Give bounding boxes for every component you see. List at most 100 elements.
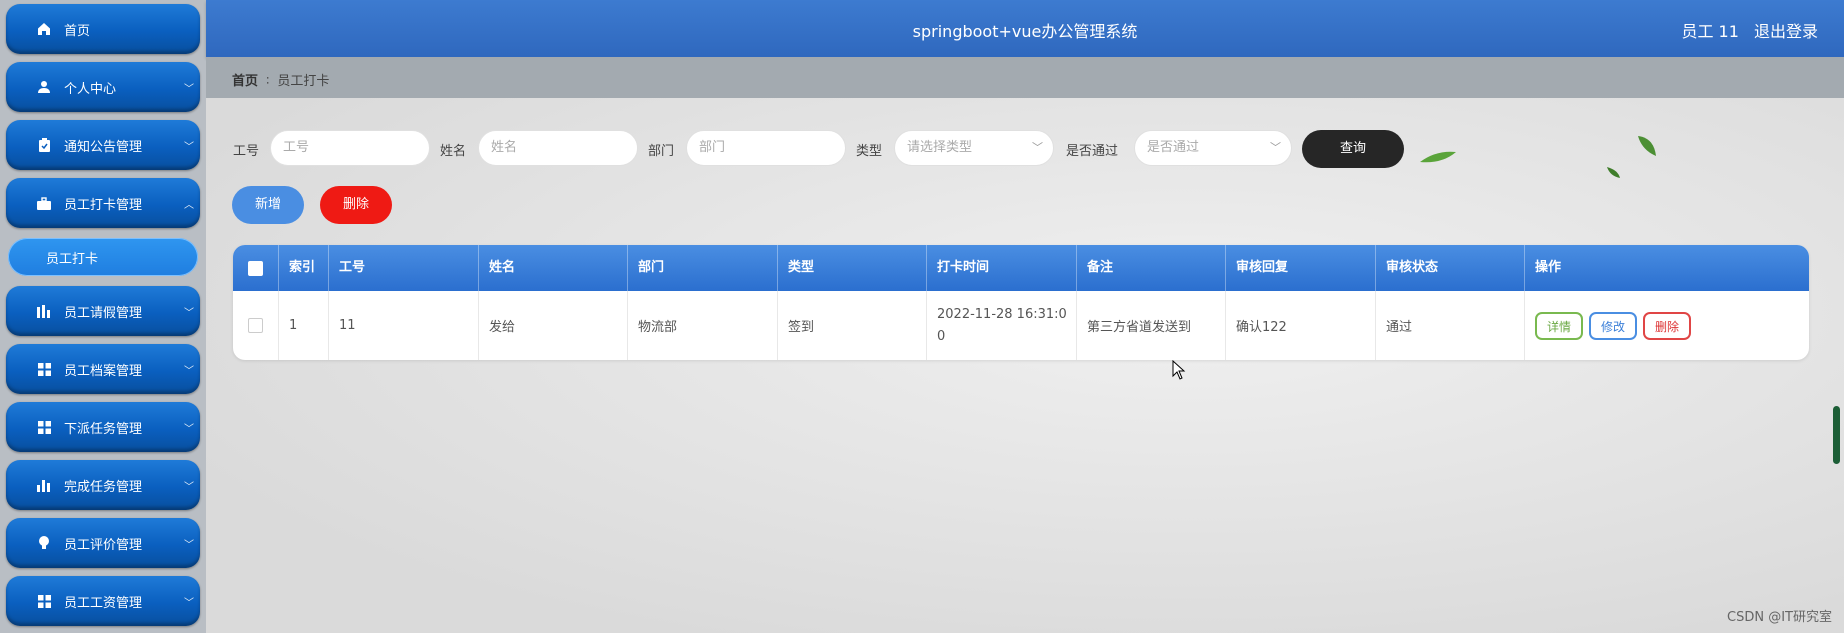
briefcase-icon <box>36 195 52 211</box>
sidebar-item-salary[interactable]: 员工工资管理 ﹀ <box>6 576 200 626</box>
submenu-item-label: 员工打卡 <box>46 251 99 267</box>
column-header: 工号 <box>329 245 479 291</box>
select-all-cell <box>233 245 279 291</box>
sidebar-item-leave[interactable]: 员工请假管理 ﹀ <box>6 286 200 336</box>
delete-button[interactable]: 删除 <box>320 186 392 224</box>
app-title: springboot+vue办公管理系统 <box>912 22 1138 41</box>
sidebar-item-label: 员工打卡管理 <box>64 197 143 213</box>
submenu-item-clock-in[interactable]: 员工打卡 <box>8 238 198 276</box>
search-label-emp-no: 工号 <box>233 144 260 159</box>
home-icon <box>36 21 52 37</box>
column-header: 备注 <box>1077 245 1226 291</box>
search-label-name: 姓名 <box>440 144 467 159</box>
cell-name: 发给 <box>479 291 628 360</box>
breadcrumb-separator: ∶ <box>266 74 270 89</box>
chevron-down-icon: ﹀ <box>184 141 194 153</box>
dept-input[interactable]: 部门 <box>686 130 846 166</box>
sidebar-item-label: 员工评价管理 <box>64 537 143 553</box>
column-header: 操作 <box>1535 260 1562 275</box>
bar-chart-icon <box>36 303 52 319</box>
chevron-down-icon: ﹀ <box>184 481 194 493</box>
sidebar-item-label: 员工工资管理 <box>64 595 143 611</box>
chevron-down-icon: ﹀ <box>184 307 194 319</box>
user-icon <box>36 79 52 95</box>
logout-link[interactable]: 退出登录 <box>1754 22 1818 41</box>
column-header: 索引 <box>279 245 329 291</box>
chevron-down-icon: ﹀ <box>1270 141 1281 154</box>
sidebar-item-label: 完成任务管理 <box>64 479 143 495</box>
sidebar-item-label: 首页 <box>64 23 91 39</box>
column-header: 审核状态 <box>1376 245 1525 291</box>
user-area: 员工 11 退出登录 <box>1671 18 1818 42</box>
scrollbar-thumb[interactable] <box>1833 406 1840 464</box>
data-table: 索引 工号 姓名 部门 类型 打卡时间 备注 审核回复 审核状态 操作 1 11… <box>233 245 1809 360</box>
chevron-down-icon: ﹀ <box>184 423 194 435</box>
cell-time-line: 2022-11-28 16:31:0 <box>937 306 1067 322</box>
user-name: 员工 11 <box>1681 22 1739 41</box>
chevron-down-icon: ﹀ <box>184 83 194 95</box>
clipboard-icon <box>36 137 52 153</box>
cell-time: 2022-11-28 16:31:0 0 <box>927 291 1077 360</box>
chevron-down-icon: ﹀ <box>1032 141 1043 154</box>
column-header: 姓名 <box>479 245 628 291</box>
sidebar-item-notice[interactable]: 通知公告管理 ﹀ <box>6 120 200 170</box>
cell-index: 1 <box>279 291 329 360</box>
sidebar-item-complete-task[interactable]: 完成任务管理 ﹀ <box>6 460 200 510</box>
grid-icon <box>36 593 52 609</box>
detail-button[interactable]: 详情 <box>1535 311 1583 340</box>
query-button[interactable]: 查询 <box>1302 130 1404 168</box>
row-checkbox[interactable] <box>248 318 263 333</box>
breadcrumb-home[interactable]: 首页 <box>232 74 258 89</box>
approved-select-placeholder: 是否通过 <box>1147 140 1200 155</box>
sidebar-item-label: 下派任务管理 <box>64 421 143 437</box>
table-header: 索引 工号 姓名 部门 类型 打卡时间 备注 审核回复 审核状态 操作 <box>233 245 1809 291</box>
cell-type: 签到 <box>778 291 927 360</box>
edit-button[interactable]: 修改 <box>1589 311 1637 340</box>
column-header: 部门 <box>628 245 778 291</box>
search-label-dept: 部门 <box>648 144 675 159</box>
bar-chart-icon <box>36 477 52 493</box>
breadcrumb-current: 员工打卡 <box>277 74 330 89</box>
approved-select[interactable]: 是否通过 ﹀ <box>1134 130 1292 166</box>
cell-status: 通过 <box>1376 291 1525 360</box>
column-header: 类型 <box>778 245 927 291</box>
breadcrumb-bar: 首页 ∶ 员工打卡 <box>206 57 1844 98</box>
column-header: 审核回复 <box>1226 245 1376 291</box>
cell-note: 第三方省道发送到 <box>1077 291 1226 360</box>
type-select-placeholder: 请选择类型 <box>907 140 973 155</box>
leaf-decoration-icon <box>1420 151 1456 163</box>
sidebar-item-label: 个人中心 <box>64 81 117 97</box>
sidebar-item-home[interactable]: 首页 <box>6 4 200 54</box>
bulb-icon <box>36 535 52 551</box>
mouse-cursor-icon <box>1172 360 1186 380</box>
leaf-decoration-icon <box>1638 136 1656 156</box>
main-content <box>206 98 1844 633</box>
sidebar-item-attendance[interactable]: 员工打卡管理 ︿ <box>6 178 200 228</box>
row-delete-button[interactable]: 删除 <box>1643 311 1691 340</box>
name-input[interactable]: 姓名 <box>478 130 638 166</box>
select-all-checkbox[interactable] <box>248 260 263 276</box>
sidebar-item-assign-task[interactable]: 下派任务管理 ﹀ <box>6 402 200 452</box>
grid-icon <box>36 361 52 377</box>
sidebar-item-label: 员工请假管理 <box>64 305 143 321</box>
cell-ops: 详情 修改 删除 <box>1525 291 1809 360</box>
column-header: 打卡时间 <box>927 245 1077 291</box>
type-select[interactable]: 请选择类型 ﹀ <box>894 130 1054 166</box>
cell-time-line: 0 <box>937 328 946 344</box>
cell-reply: 确认122 <box>1226 291 1376 360</box>
emp-no-input[interactable]: 工号 <box>270 130 430 166</box>
sidebar-item-evaluation[interactable]: 员工评价管理 ﹀ <box>6 518 200 568</box>
watermark: CSDN @IT研究室 <box>1727 610 1832 625</box>
row-select-cell <box>233 291 279 360</box>
chevron-down-icon: ﹀ <box>184 539 194 551</box>
search-label-type: 类型 <box>856 144 883 159</box>
sidebar-item-archive[interactable]: 员工档案管理 ﹀ <box>6 344 200 394</box>
sidebar-item-personal[interactable]: 个人中心 ﹀ <box>6 62 200 112</box>
sidebar-item-label: 员工档案管理 <box>64 363 143 379</box>
cell-emp-no: 11 <box>329 291 479 360</box>
breadcrumb: 首页 ∶ 员工打卡 <box>232 70 329 89</box>
search-label-approved: 是否通过 <box>1066 144 1119 159</box>
top-header: springboot+vue办公管理系统 员工 11 退出登录 <box>206 0 1844 57</box>
sidebar-item-label: 通知公告管理 <box>64 139 143 155</box>
add-button[interactable]: 新增 <box>232 186 304 224</box>
